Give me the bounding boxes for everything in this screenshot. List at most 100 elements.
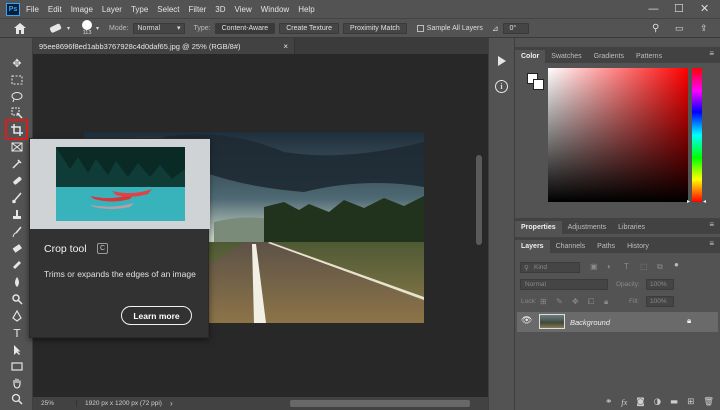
document-tab[interactable]: 95ee8696f8ed1abb3767928c4d0daf65.jpg @ 2… <box>33 38 295 54</box>
clone-stamp-tool-icon[interactable] <box>8 208 26 222</box>
content-aware-button[interactable]: Content-Aware <box>214 22 276 34</box>
history-brush-tool-icon[interactable] <box>8 225 26 239</box>
filter-type-icon[interactable]: T <box>624 262 629 271</box>
tab-gradients[interactable]: Gradients <box>588 50 630 63</box>
background-color-swatch[interactable] <box>533 79 544 90</box>
path-selection-tool-icon[interactable] <box>8 343 26 357</box>
close-icon[interactable]: × <box>283 42 288 51</box>
lock-pixels-icon[interactable]: ✎ <box>556 297 563 306</box>
move-tool-icon[interactable]: ✥ <box>8 56 26 70</box>
brush-size-picker[interactable]: 113 <box>82 20 93 36</box>
gradient-tool-icon[interactable] <box>8 258 26 272</box>
info-icon[interactable]: i <box>495 80 508 93</box>
group-icon[interactable]: ▬ <box>670 397 678 407</box>
menu-file[interactable]: File <box>26 5 39 14</box>
brush-tool-icon[interactable] <box>8 191 26 205</box>
tab-color[interactable]: Color <box>515 50 546 63</box>
menu-type[interactable]: Type <box>131 5 148 14</box>
tab-swatches[interactable]: Swatches <box>545 50 587 63</box>
fill-input[interactable]: 100% <box>646 296 674 307</box>
pen-tool-icon[interactable] <box>8 309 26 323</box>
menu-help[interactable]: Help <box>298 5 314 14</box>
tab-channels[interactable]: Channels <box>550 240 592 253</box>
layer-lock-icon[interactable]: 🔒︎ <box>687 316 691 326</box>
hand-tool-icon[interactable] <box>8 376 26 390</box>
layer-name[interactable]: Background <box>570 318 610 327</box>
hue-slider[interactable] <box>692 68 702 202</box>
lock-artboard-icon[interactable]: ⧠ <box>588 297 594 307</box>
menu-3d[interactable]: 3D <box>215 5 225 14</box>
play-action-icon[interactable] <box>497 56 507 68</box>
maximize-icon[interactable]: ☐ <box>674 2 684 15</box>
home-icon[interactable] <box>14 22 28 34</box>
new-layer-icon[interactable]: ⊞ <box>687 397 694 407</box>
healing-brush-tool-icon[interactable] <box>8 174 26 188</box>
chevron-down-icon[interactable]: ▾ <box>67 25 70 32</box>
tab-adjustments[interactable]: Adjustments <box>562 221 613 234</box>
eraser-tool-icon[interactable] <box>8 241 26 255</box>
marquee-tool-icon[interactable] <box>8 73 26 87</box>
lock-transparent-icon[interactable]: ⊞ <box>540 297 547 306</box>
panel-menu-icon[interactable]: ≡ <box>709 49 714 58</box>
lasso-tool-icon[interactable] <box>8 90 26 104</box>
workspace-icon[interactable]: ▭ <box>675 23 684 34</box>
photoshop-logo[interactable]: Ps <box>6 2 20 16</box>
rectangle-tool-icon[interactable] <box>8 359 26 373</box>
lock-all-icon[interactable]: 🔒︎ <box>604 297 608 307</box>
tab-libraries[interactable]: Libraries <box>612 221 651 234</box>
trash-icon[interactable]: 🗑︎ <box>703 397 714 407</box>
type-tool-icon[interactable]: T <box>8 326 26 340</box>
blend-mode-dropdown[interactable]: Normal <box>520 279 608 290</box>
object-selection-tool-icon[interactable] <box>8 106 26 120</box>
zoom-level[interactable]: 25% <box>33 400 77 407</box>
status-chevron-icon[interactable]: › <box>170 399 173 408</box>
vertical-scrollbar[interactable] <box>476 155 482 245</box>
menu-edit[interactable]: Edit <box>48 5 62 14</box>
filter-shape-icon[interactable]: ⬚ <box>640 262 648 271</box>
close-window-icon[interactable]: ✕ <box>700 2 709 15</box>
tab-paths[interactable]: Paths <box>591 240 621 253</box>
blur-tool-icon[interactable] <box>8 275 26 289</box>
sample-all-layers-checkbox[interactable] <box>416 24 424 32</box>
opacity-input[interactable]: 100% <box>646 279 674 290</box>
chevron-down-icon[interactable]: ▾ <box>96 25 99 32</box>
layer-filter-dropdown[interactable]: ⚲ Kind <box>520 262 580 273</box>
panel-menu-icon[interactable]: ≡ <box>709 220 714 229</box>
search-icon[interactable]: ⚲ <box>652 23 659 34</box>
tab-history[interactable]: History <box>621 240 655 253</box>
menu-select[interactable]: Select <box>157 5 179 14</box>
eyedropper-tool-icon[interactable] <box>8 157 26 171</box>
filter-smart-object-icon[interactable]: ⧉ <box>657 262 663 272</box>
tab-patterns[interactable]: Patterns <box>630 50 668 63</box>
frame-tool-icon[interactable] <box>8 140 26 154</box>
panel-menu-icon[interactable]: ≡ <box>709 239 714 248</box>
angle-input[interactable]: 0° <box>502 22 529 34</box>
link-icon[interactable]: ⚭ <box>605 397 612 407</box>
tab-layers[interactable]: Layers <box>515 240 550 253</box>
zoom-tool-icon[interactable] <box>8 392 26 406</box>
share-icon[interactable]: ⇪ <box>700 23 708 34</box>
proximity-match-button[interactable]: Proximity Match <box>343 22 407 34</box>
lock-position-icon[interactable]: ✥ <box>572 297 579 306</box>
horizontal-scrollbar[interactable] <box>290 400 470 407</box>
menu-view[interactable]: View <box>235 5 252 14</box>
mode-dropdown[interactable]: Normal <box>132 22 185 34</box>
menu-image[interactable]: Image <box>71 5 93 14</box>
mask-icon[interactable]: ◙ <box>636 397 644 407</box>
learn-more-button[interactable]: Learn more <box>121 306 192 325</box>
create-texture-button[interactable]: Create Texture <box>279 22 339 34</box>
filter-toggle-icon[interactable]: ● <box>674 260 679 269</box>
menu-window[interactable]: Window <box>261 5 289 14</box>
adjustment-icon[interactable]: ◑ <box>654 397 661 407</box>
minimize-icon[interactable]: — <box>648 2 659 15</box>
menu-layer[interactable]: Layer <box>102 5 122 14</box>
dodge-tool-icon[interactable] <box>8 292 26 306</box>
visibility-eye-icon[interactable]: 👁︎ <box>521 316 532 326</box>
menu-filter[interactable]: Filter <box>189 5 207 14</box>
fx-icon[interactable]: fx <box>621 397 627 407</box>
tab-properties[interactable]: Properties <box>515 221 562 234</box>
filter-pixel-icon[interactable]: ▣ <box>590 262 598 271</box>
color-picker-field[interactable] <box>548 68 688 202</box>
healing-brush-preset-icon[interactable] <box>48 23 64 33</box>
filter-adjustment-icon[interactable]: ◐ <box>607 262 612 271</box>
